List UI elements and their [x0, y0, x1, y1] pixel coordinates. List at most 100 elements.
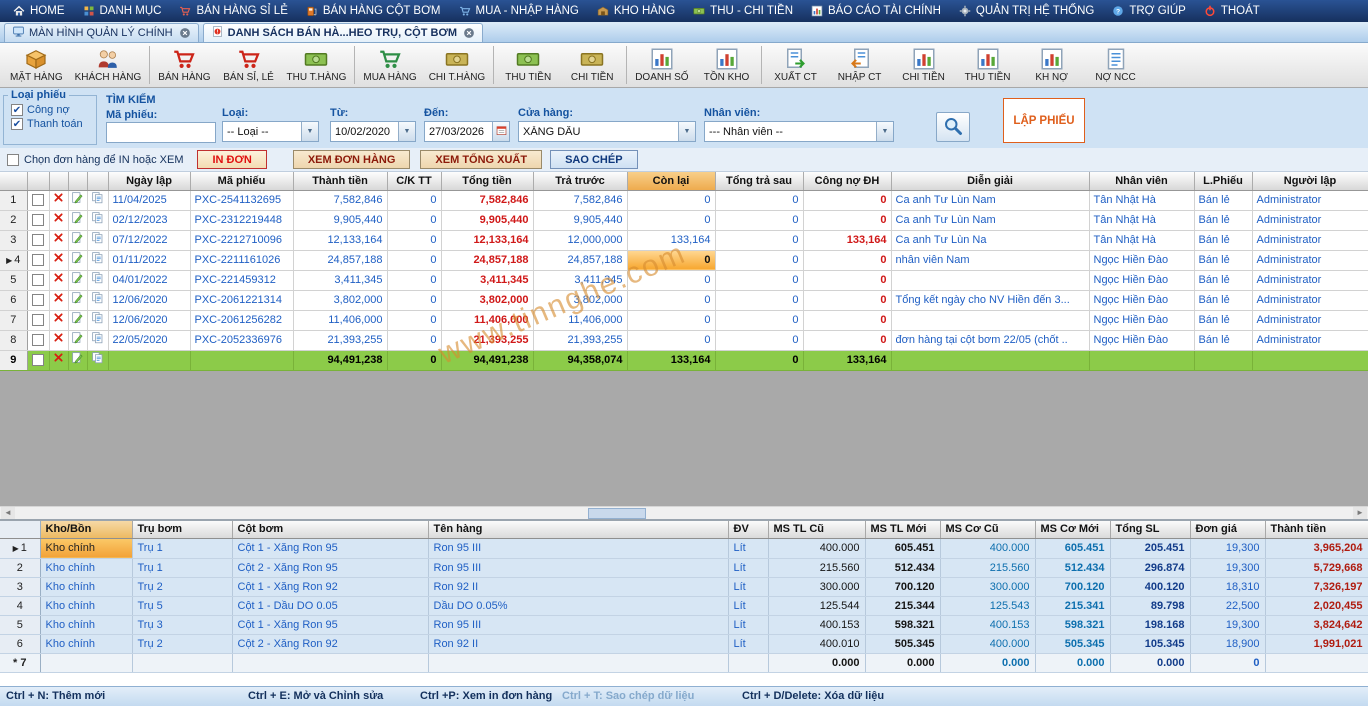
edit-row-button[interactable] — [68, 230, 87, 250]
tab-sales-list[interactable]: ! DANH SÁCH BÁN HÀ...HEO TRỤ, CỘT BƠM — [203, 23, 483, 42]
close-icon[interactable] — [463, 27, 475, 39]
column-header-l-phieu[interactable]: L.Phiếu — [1194, 172, 1252, 190]
row-select-checkbox[interactable] — [32, 234, 44, 246]
delete-row-button[interactable] — [49, 270, 68, 290]
search-button[interactable] — [936, 112, 970, 142]
voucher-code-input[interactable] — [106, 122, 216, 143]
toolbar-ban-si-le[interactable]: BÁN SỈ, LẺ — [217, 44, 281, 87]
row-select-checkbox[interactable] — [32, 214, 44, 226]
detail-column-header-ten-hang[interactable]: Tên hàng — [428, 521, 728, 538]
toolbar-thu-tien[interactable]: THU TIỀN — [956, 44, 1020, 87]
view-order-button[interactable]: XEM ĐƠN HÀNG — [293, 150, 411, 169]
order-row[interactable]: 822/05/2020PXC-205233697621,393,255021,3… — [0, 330, 1368, 350]
order-row[interactable]: 612/06/2020PXC-20612213143,802,00003,802… — [0, 290, 1368, 310]
toolbar-ban-hang[interactable]: BÁN HÀNG — [152, 44, 216, 87]
print-order-button[interactable]: IN ĐƠN — [197, 150, 266, 169]
delete-row-button[interactable] — [49, 330, 68, 350]
detail-column-header-tong-sl[interactable]: Tổng SL — [1110, 521, 1190, 538]
chevron-down-icon[interactable]: ▼ — [301, 122, 318, 141]
detail-row-header[interactable]: 5 — [0, 615, 40, 634]
column-header-nguoi-lap[interactable]: Người lập — [1252, 172, 1368, 190]
column-header-tong-tien[interactable]: Tổng tiền — [441, 172, 533, 190]
column-header-thanh-tien[interactable]: Thành tiền — [293, 172, 387, 190]
row-header[interactable]: 7 — [0, 310, 27, 330]
detail-grid-corner[interactable] — [0, 521, 40, 538]
horizontal-scrollbar[interactable]: ◄ ► — [0, 506, 1368, 519]
grid-corner[interactable] — [0, 172, 27, 190]
column-header-tra-truoc[interactable]: Trả trước — [533, 172, 627, 190]
chevron-down-icon[interactable]: ▼ — [398, 122, 415, 141]
order-row[interactable]: 202/12/2023PXC-23122194489,905,44009,905… — [0, 210, 1368, 230]
to-date-picker[interactable]: 27/03/2026 — [424, 121, 510, 142]
order-row[interactable]: 504/01/2022PXC-2214593123,411,34503,411,… — [0, 270, 1368, 290]
detail-column-header-thanh-tien[interactable]: Thành tiền — [1265, 521, 1368, 538]
row-select-checkbox[interactable] — [32, 294, 44, 306]
delete-row-button[interactable] — [49, 210, 68, 230]
copy-button[interactable]: SAO CHÉP — [550, 150, 637, 169]
view-row-button[interactable] — [87, 270, 108, 290]
menu-item-ban-hang-cot-bom[interactable]: BÁN HÀNG CỘT BƠM — [297, 0, 450, 22]
view-row-button[interactable] — [87, 250, 108, 270]
print-select-checkbox[interactable] — [7, 154, 19, 166]
order-row[interactable]: 111/04/2025PXC-25411326957,582,84607,582… — [0, 190, 1368, 210]
from-date-picker[interactable]: 10/02/2020 ▼ — [330, 121, 416, 142]
toolbar-doanh-so[interactable]: DOANH SỐ — [629, 44, 694, 87]
row-select-checkbox[interactable] — [32, 314, 44, 326]
detail-column-header-tru-bom[interactable]: Trụ bơm — [132, 521, 232, 538]
edit-row-button[interactable] — [68, 350, 87, 370]
chevron-down-icon[interactable]: ▼ — [876, 122, 893, 141]
detail-row[interactable]: 4Kho chínhTrụ 5Cột 1 - Dầu DO 0.05Dầu DO… — [0, 596, 1368, 615]
row-header[interactable]: 3 — [0, 230, 27, 250]
edit-row-button[interactable] — [68, 310, 87, 330]
column-header-nhan-vien[interactable]: Nhân viên — [1089, 172, 1194, 190]
view-row-button[interactable] — [87, 190, 108, 210]
store-select[interactable]: XĂNG DẦU ▼ — [518, 121, 696, 142]
employee-select[interactable]: --- Nhân viên -- ▼ — [704, 121, 894, 142]
detail-row-header[interactable]: 3 — [0, 577, 40, 596]
view-total-export-button[interactable]: XEM TỔNG XUẤT — [420, 150, 542, 169]
type-select[interactable]: -- Loại -- ▼ — [222, 121, 319, 142]
edit-row-button[interactable] — [68, 250, 87, 270]
menu-item-bao-cao-tai-chinh[interactable]: BÁO CÁO TÀI CHÍNH — [802, 0, 950, 22]
row-select-checkbox[interactable] — [32, 354, 44, 366]
detail-row-header[interactable]: 6 — [0, 634, 40, 653]
menu-item-ban-hang-si-le[interactable]: BÁN HÀNG SỈ LẺ — [170, 0, 296, 22]
detail-column-header-ms-tl-cu[interactable]: MS TL Cũ — [768, 521, 865, 538]
delete-row-button[interactable] — [49, 290, 68, 310]
tab-main-screen[interactable]: MÀN HÌNH QUẢN LÝ CHÍNH — [4, 23, 199, 42]
detail-column-header-ms-co-cu[interactable]: MS Cơ Cũ — [940, 521, 1035, 538]
menu-item-thoat[interactable]: THOÁT — [1195, 0, 1269, 22]
toolbar-xuat-ct[interactable]: XUẤT CT — [764, 44, 828, 87]
menu-item-kho-hang[interactable]: KHO HÀNG — [588, 0, 684, 22]
view-row-button[interactable] — [87, 350, 108, 370]
detail-row[interactable]: 6Kho chínhTrụ 2Cột 2 - Xăng Ron 92Ron 92… — [0, 634, 1368, 653]
create-voucher-button[interactable]: LẬP PHIẾU — [1003, 98, 1085, 143]
row-header[interactable]: 1 — [0, 190, 27, 210]
detail-column-header-dv[interactable]: ĐV — [728, 521, 768, 538]
scroll-left-arrow[interactable]: ◄ — [1, 507, 15, 519]
column-header-dien-giai[interactable]: Diễn giải — [891, 172, 1089, 190]
toolbar-mat-hang[interactable]: MẶT HÀNG — [4, 44, 69, 87]
menu-item-tro-giup[interactable]: ?TRỢ GIÚP — [1103, 0, 1195, 22]
row-header[interactable]: 2 — [0, 210, 27, 230]
checkbox-icon[interactable] — [11, 118, 23, 130]
scroll-thumb[interactable] — [588, 508, 646, 519]
chevron-down-icon[interactable]: ▼ — [678, 122, 695, 141]
row-header[interactable]: 6 — [0, 290, 27, 310]
row-header[interactable]: 5 — [0, 270, 27, 290]
toolbar-thu-tien[interactable]: THU TIỀN — [496, 44, 560, 87]
close-icon[interactable] — [179, 27, 191, 39]
column-header-ngay-lap[interactable]: Ngày lập — [108, 172, 190, 190]
column-header-con-lai[interactable]: Còn lại — [627, 172, 715, 190]
detail-column-header-ms-tl-moi[interactable]: MS TL Mới — [865, 521, 940, 538]
toolbar-chi-tien[interactable]: CHI TIỀN — [560, 44, 624, 87]
delete-row-button[interactable] — [49, 230, 68, 250]
toolbar-ton-kho[interactable]: TỒN KHO — [695, 44, 759, 87]
row-header[interactable]: ▶4 — [0, 250, 27, 270]
view-row-button[interactable] — [87, 310, 108, 330]
toolbar-kh-no[interactable]: KH NỢ — [1020, 44, 1084, 87]
view-row-button[interactable] — [87, 230, 108, 250]
detail-column-header-don-gia[interactable]: Đơn giá — [1190, 521, 1265, 538]
detail-column-header-ms-co-moi[interactable]: MS Cơ Mới — [1035, 521, 1110, 538]
row-select-checkbox[interactable] — [32, 274, 44, 286]
